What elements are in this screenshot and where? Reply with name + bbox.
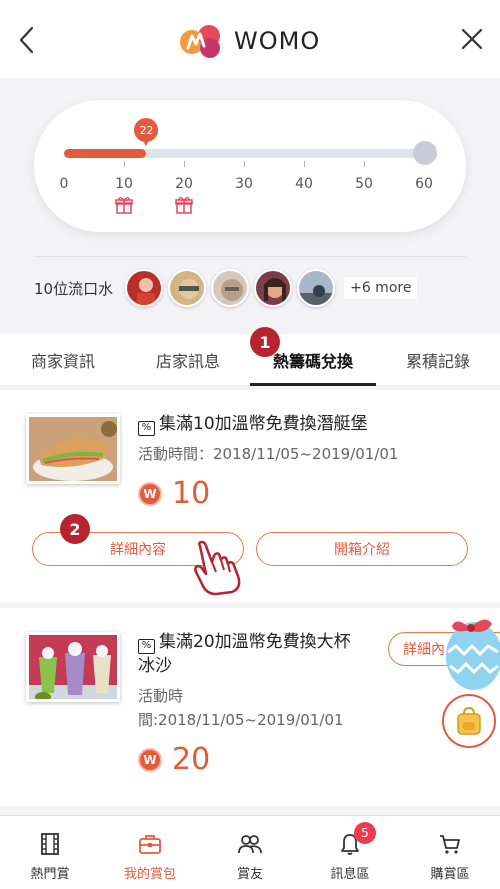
nav-label: 熱門賞 xyxy=(30,867,70,882)
nav-shop[interactable]: 購賞區 xyxy=(400,816,500,889)
easter-egg-icon[interactable] xyxy=(442,612,500,690)
app-header: WOMO xyxy=(0,0,500,78)
tab-history[interactable]: 累積記錄 xyxy=(376,334,500,386)
progress-tick xyxy=(124,161,125,167)
more-followers-button[interactable]: +6 more xyxy=(344,277,418,299)
reward-card: % 集滿20加溫幣免費換大杯 冰沙 活動時 間:2018/11/05~2019/0… xyxy=(0,608,500,806)
reward-points: W 10 xyxy=(138,476,210,511)
avatar[interactable] xyxy=(254,269,293,307)
notification-badge: 5 xyxy=(354,822,376,844)
pointing-hand-icon xyxy=(194,540,241,596)
nav-label: 我的賞包 xyxy=(123,867,176,882)
bottom-navigation: 熱門賞 我的賞包 賞友 5 訊息區 購賞區 xyxy=(0,815,500,889)
progress-track xyxy=(64,149,424,158)
progress-tick-label: 10 xyxy=(115,176,133,192)
reward-card: % 集滿10加溫幣免費換潛艇堡 活動時間：2018/11/05~2019/01/0… xyxy=(0,390,500,602)
nav-label: 購賞區 xyxy=(430,867,470,882)
close-icon xyxy=(461,28,483,50)
app-logo: WOMO xyxy=(178,22,320,60)
avatar[interactable] xyxy=(125,269,164,307)
nav-my-bag[interactable]: 我的賞包 xyxy=(100,816,200,889)
friends-icon xyxy=(238,835,262,854)
nav-label: 訊息區 xyxy=(330,867,370,882)
progress-tick-label: 0 xyxy=(59,176,69,192)
avatar[interactable] xyxy=(211,269,250,307)
backpack-icon xyxy=(457,706,481,735)
reward-image xyxy=(26,632,120,702)
progress-tick-label: 30 xyxy=(235,176,253,192)
progress-section: 22 0 10 20 30 40 50 60 10位流口水 +6 more xyxy=(0,78,500,334)
reward-title: % 集滿10加溫幣免費換潛艇堡 xyxy=(138,412,368,436)
progress-tick xyxy=(244,161,245,167)
followers-row[interactable]: 10位流口水 +6 more xyxy=(34,268,418,308)
reward-image xyxy=(26,414,120,484)
reward-title: % 集滿20加溫幣免費換大杯 冰沙 xyxy=(138,632,351,676)
nav-messages[interactable]: 5 訊息區 xyxy=(300,816,400,889)
followers-label: 10位流口水 xyxy=(34,279,114,298)
unbox-button[interactable]: 開箱介紹 xyxy=(256,532,468,566)
reward-period: 活動時間：2018/11/05~2019/01/01 xyxy=(138,445,399,463)
points-value: 10 xyxy=(172,476,211,511)
briefcase-icon xyxy=(139,835,161,854)
womo-logo-icon xyxy=(180,25,220,58)
tab-store-info[interactable]: 商家資訊 xyxy=(0,334,126,386)
avatar[interactable] xyxy=(297,269,336,307)
coin-icon: W xyxy=(138,747,162,772)
gift-icon xyxy=(115,197,133,214)
progress-end-knob xyxy=(413,141,437,165)
progress-tick xyxy=(364,161,365,167)
nav-label: 賞友 xyxy=(236,867,263,882)
progress-tick xyxy=(304,161,305,167)
cart-icon xyxy=(440,835,460,854)
progress-tick-label: 40 xyxy=(295,176,313,192)
progress-tick xyxy=(184,161,185,167)
step-badge-2: 2 xyxy=(60,514,90,544)
progress-fill xyxy=(64,149,147,158)
back-button[interactable] xyxy=(14,22,42,58)
app-title: WOMO xyxy=(234,27,321,55)
nav-hot[interactable]: 熱門賞 xyxy=(0,816,100,889)
avatar[interactable] xyxy=(168,269,207,307)
close-button[interactable] xyxy=(458,24,486,54)
chevron-left-icon xyxy=(19,26,34,54)
reward-period: 活動時 間:2018/11/05~2019/01/01 xyxy=(138,687,344,729)
coin-icon: W xyxy=(138,481,162,506)
progress-tick-label: 60 xyxy=(415,176,433,192)
backpack-button[interactable] xyxy=(442,694,496,748)
reward-points: W 20 xyxy=(138,742,210,777)
tab-active-indicator xyxy=(250,383,376,386)
progress-card: 22 0 10 20 30 40 50 60 xyxy=(34,100,466,232)
progress-tick-label: 20 xyxy=(175,176,193,192)
progress-marker: 22 xyxy=(134,118,159,148)
tab-store-messages[interactable]: 店家訊息 xyxy=(126,334,250,386)
ticket-icon: % xyxy=(138,421,155,436)
progress-tick-label: 50 xyxy=(355,176,373,192)
nav-friends[interactable]: 賞友 xyxy=(200,816,300,889)
step-badge-1: 1 xyxy=(250,327,280,357)
points-value: 20 xyxy=(172,742,211,777)
divider xyxy=(34,256,466,257)
ticket-icon: % xyxy=(138,639,155,654)
gift-icon xyxy=(175,197,193,214)
film-icon xyxy=(41,833,59,855)
